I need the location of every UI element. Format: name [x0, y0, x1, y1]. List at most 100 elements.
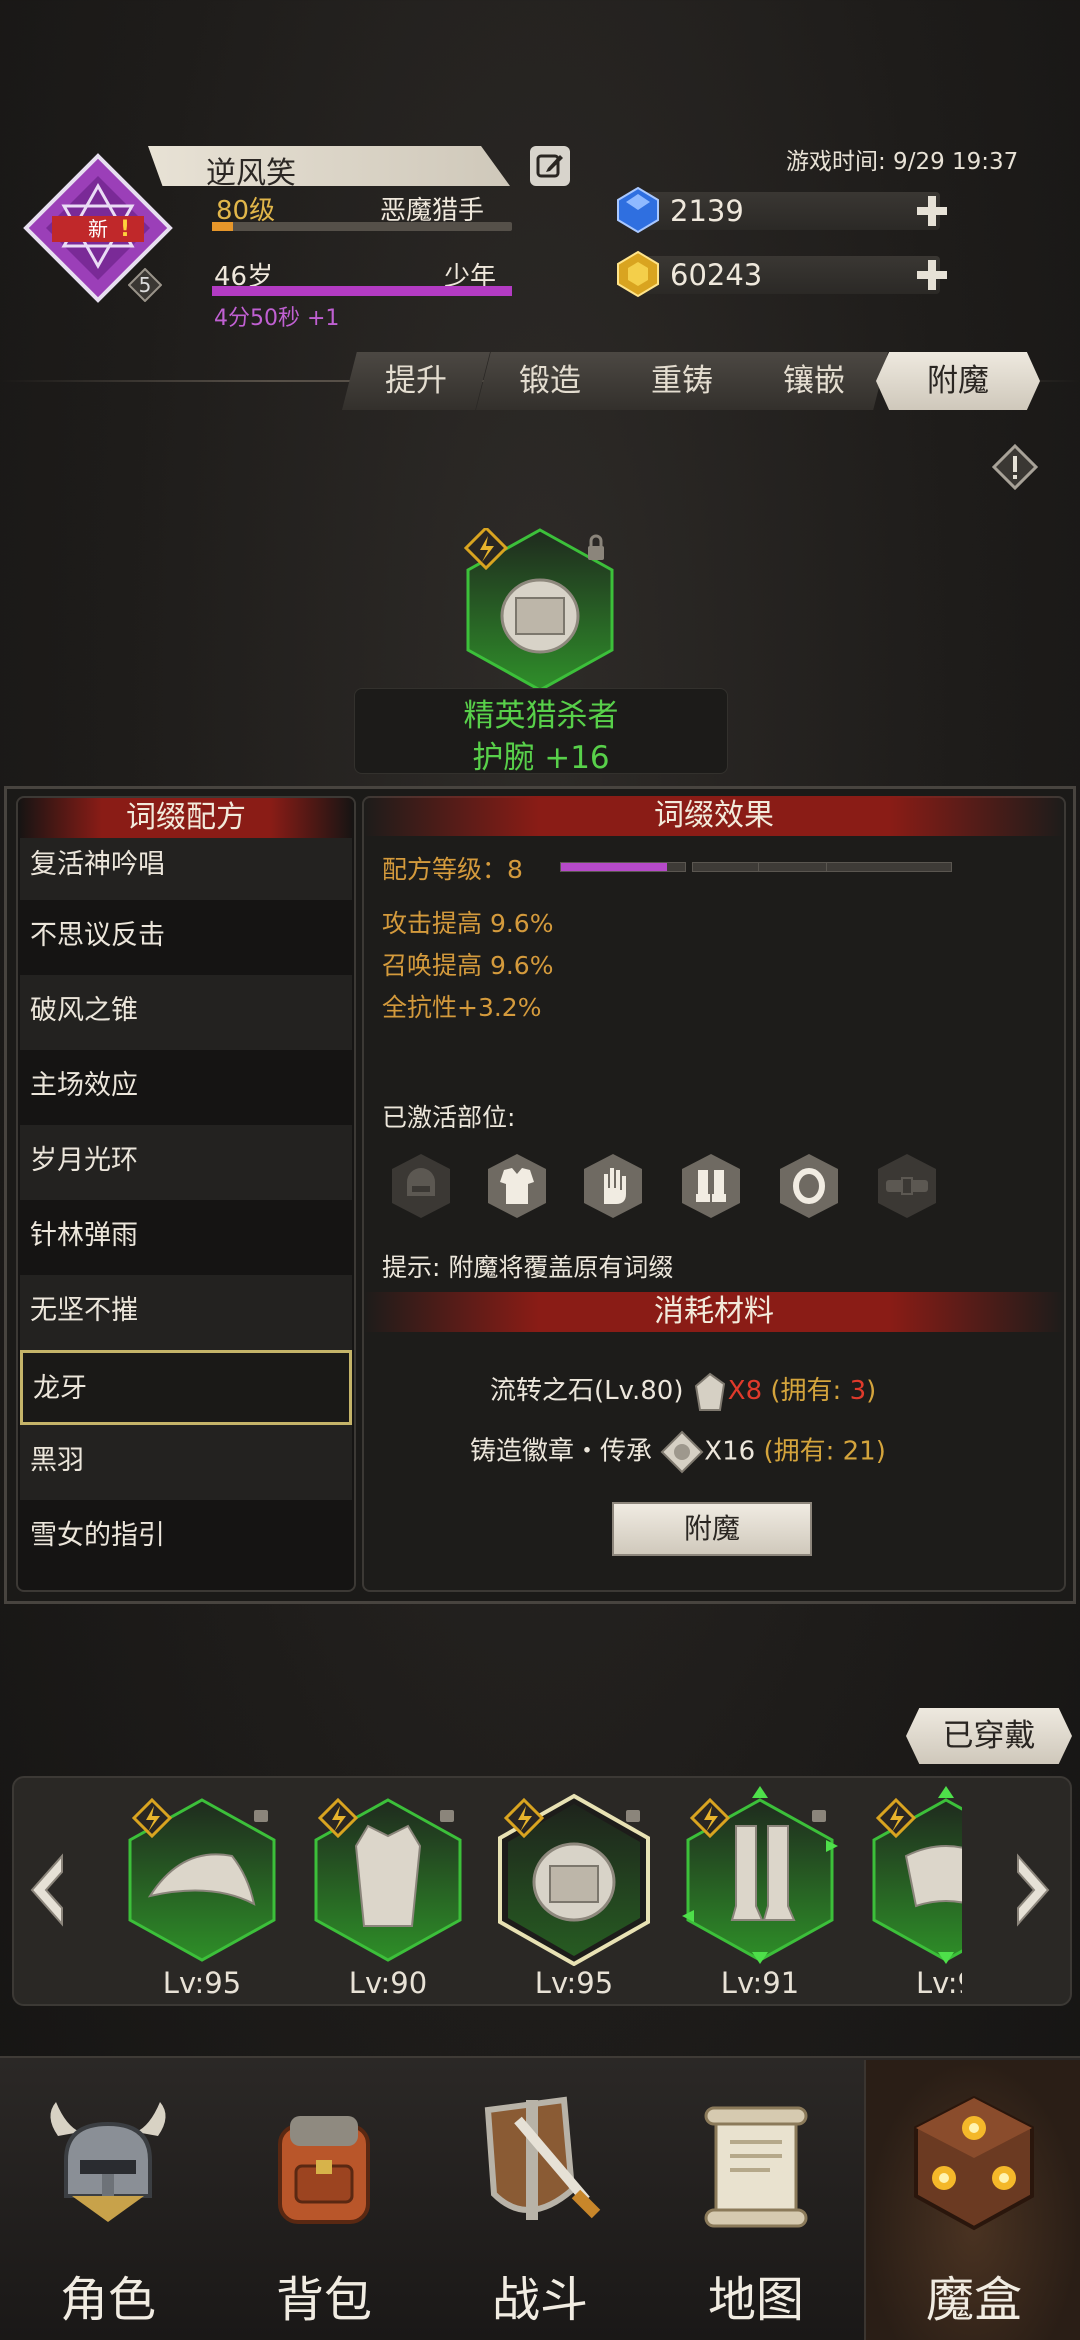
gem-icon [617, 186, 659, 234]
recipe-item[interactable]: 主场效应 [20, 1050, 352, 1125]
recipe-list: 复活神吟唱 不思议反击 破风之锥 主场效应 岁月光环 针林弹雨 无坚不摧 龙牙 … [20, 838, 352, 1575]
edit-name-button[interactable] [530, 146, 570, 186]
tab-enchant[interactable]: 附魔 [876, 352, 1040, 410]
hat-icon [128, 1797, 276, 1962]
bracer-icon [498, 1793, 650, 1967]
equipped-item[interactable]: Lv:91 [680, 1786, 840, 2006]
gold-count: 60243 [670, 258, 763, 292]
material-name: 铸造徽章・传承 [470, 1436, 653, 1467]
recipe-item[interactable]: 不思议反击 [20, 900, 352, 975]
active-slots-label: 已激活部位: [382, 1103, 516, 1132]
level-progress-bar [212, 222, 512, 231]
chevron-right-icon[interactable] [1008, 1850, 1058, 1930]
tab-upgrade[interactable]: 提升 [342, 352, 490, 410]
robe-icon [314, 1797, 462, 1962]
material-name: 流转之石(Lv.80) [490, 1376, 684, 1406]
nav-label: 魔盒 [925, 2272, 1022, 2328]
effect-line: 召唤提高 9.6% [382, 951, 554, 980]
recipe-item[interactable]: 针林弹雨 [20, 1200, 352, 1275]
helmet-nav-icon [50, 2102, 166, 2222]
material-owned: (拥有: 21) [763, 1436, 886, 1467]
backpack-icon [278, 2116, 370, 2224]
equipped-level: Lv:95 [534, 1966, 614, 2000]
equipped-level: Lv:9 [916, 1966, 962, 2000]
gem-count: 2139 [670, 194, 744, 228]
rank-badge: 5 [127, 267, 163, 303]
nav-label: 角色 [59, 2272, 156, 2328]
edit-icon [536, 154, 563, 178]
equipped-item[interactable]: Lv:9 [866, 1786, 962, 2006]
nav-label: 地图 [707, 2272, 804, 2328]
recipe-item[interactable]: 岁月光环 [20, 1125, 352, 1200]
material-qty: X16 [704, 1436, 756, 1467]
add-gems-button[interactable] [914, 193, 950, 229]
recipe-title: 词缀配方 [18, 798, 354, 838]
recipe-item[interactable]: 破风之锥 [20, 975, 352, 1050]
tab-reforge[interactable]: 重铸 [608, 352, 756, 410]
nav-label: 战斗 [491, 2272, 588, 2328]
equipped-level: Lv:95 [162, 1966, 242, 2000]
glove-icon [584, 1154, 642, 1218]
recipe-item[interactable]: 黑羽 [20, 1425, 352, 1500]
recipe-item[interactable]: 复活神吟唱 [20, 838, 352, 900]
equipped-item[interactable]: Lv:90 [308, 1786, 468, 2006]
effect-title: 词缀效果 [364, 796, 1064, 836]
equipped-tag[interactable]: 已穿戴 [906, 1708, 1072, 1764]
age-timer: 4分50秒 +1 [214, 306, 340, 331]
belt-icon [878, 1154, 936, 1218]
armor-icon [488, 1154, 546, 1218]
tab-forge[interactable]: 锻造 [476, 352, 624, 410]
item-name: 精英猎杀者 [463, 698, 619, 734]
gold-icon [617, 250, 659, 298]
nav-map[interactable]: 地图 [648, 2060, 864, 2340]
material-owned: 3 [849, 1376, 867, 1406]
enchant-hint: 提示: 附魔将覆盖原有词缀 [382, 1253, 674, 1282]
magic-box-icon [914, 2095, 1034, 2231]
material-row: 流转之石(Lv.80) X8 (拥有: 3) [490, 1370, 876, 1412]
equipped-item[interactable]: Lv:95 [122, 1786, 282, 2006]
equipped-level: Lv:90 [348, 1966, 428, 2000]
nav-character[interactable]: 角色 [0, 2060, 216, 2340]
item-subtitle: 护腕 +16 [472, 740, 610, 776]
new-badge-text: 新 [88, 217, 108, 241]
nav-battle[interactable]: 战斗 [432, 2060, 648, 2340]
flow-stone-icon [694, 1372, 725, 1411]
materials-title: 消耗材料 [364, 1292, 1064, 1332]
level-segment [826, 862, 952, 872]
ring-icon [780, 1154, 838, 1218]
forge-badge-icon [660, 1430, 704, 1474]
game-time: 游戏时间: 9/29 19:37 [786, 149, 1019, 175]
add-gold-button[interactable] [914, 257, 950, 293]
recipe-item[interactable]: 雪女的指引 [20, 1500, 352, 1575]
recipe-item-selected[interactable]: 龙牙 [20, 1350, 352, 1425]
effect-line: 攻击提高 9.6% [382, 909, 554, 938]
boots-icon [682, 1154, 740, 1218]
equipped-level: Lv:91 [720, 1966, 800, 2000]
selected-item-slot[interactable] [464, 528, 616, 692]
chevron-left-icon[interactable] [22, 1850, 72, 1930]
equipped-item-selected[interactable]: Lv:95 [494, 1786, 654, 2006]
player-name-plate: 逆风笑 [148, 146, 510, 186]
nav-backpack[interactable]: 背包 [216, 2060, 432, 2340]
tab-inlay[interactable]: 镶嵌 [740, 352, 888, 410]
effect-line: 全抗性+3.2% [382, 993, 542, 1022]
age-progress-fill [212, 286, 512, 296]
level-progress-fill [212, 222, 233, 231]
warning-icon[interactable] [992, 444, 1038, 490]
recipe-level: 配方等级：8 [382, 855, 523, 884]
player-name: 逆风笑 [206, 156, 296, 191]
enchant-button[interactable]: 附魔 [612, 1502, 812, 1556]
nav-label: 背包 [275, 2272, 372, 2328]
belt-item-icon [872, 1786, 962, 1964]
greaves-icon [682, 1786, 838, 1964]
sword-shield-icon [484, 2096, 601, 2220]
equipment-scroller: Lv:95 Lv:90 Lv:95 Lv:91 Lv: [110, 1776, 962, 2006]
material-row: 铸造徽章・传承 X16 (拥有: 21) [470, 1430, 886, 1474]
recipe-item[interactable]: 无坚不摧 [20, 1275, 352, 1350]
nav-magic-box[interactable]: 魔盒 [864, 2060, 1080, 2340]
material-qty: X8 [727, 1376, 763, 1406]
scroll-map-icon [704, 2106, 808, 2228]
svg-text:!: ! [120, 217, 130, 242]
helmet-icon [392, 1154, 450, 1218]
level-segment-fill [561, 863, 667, 871]
